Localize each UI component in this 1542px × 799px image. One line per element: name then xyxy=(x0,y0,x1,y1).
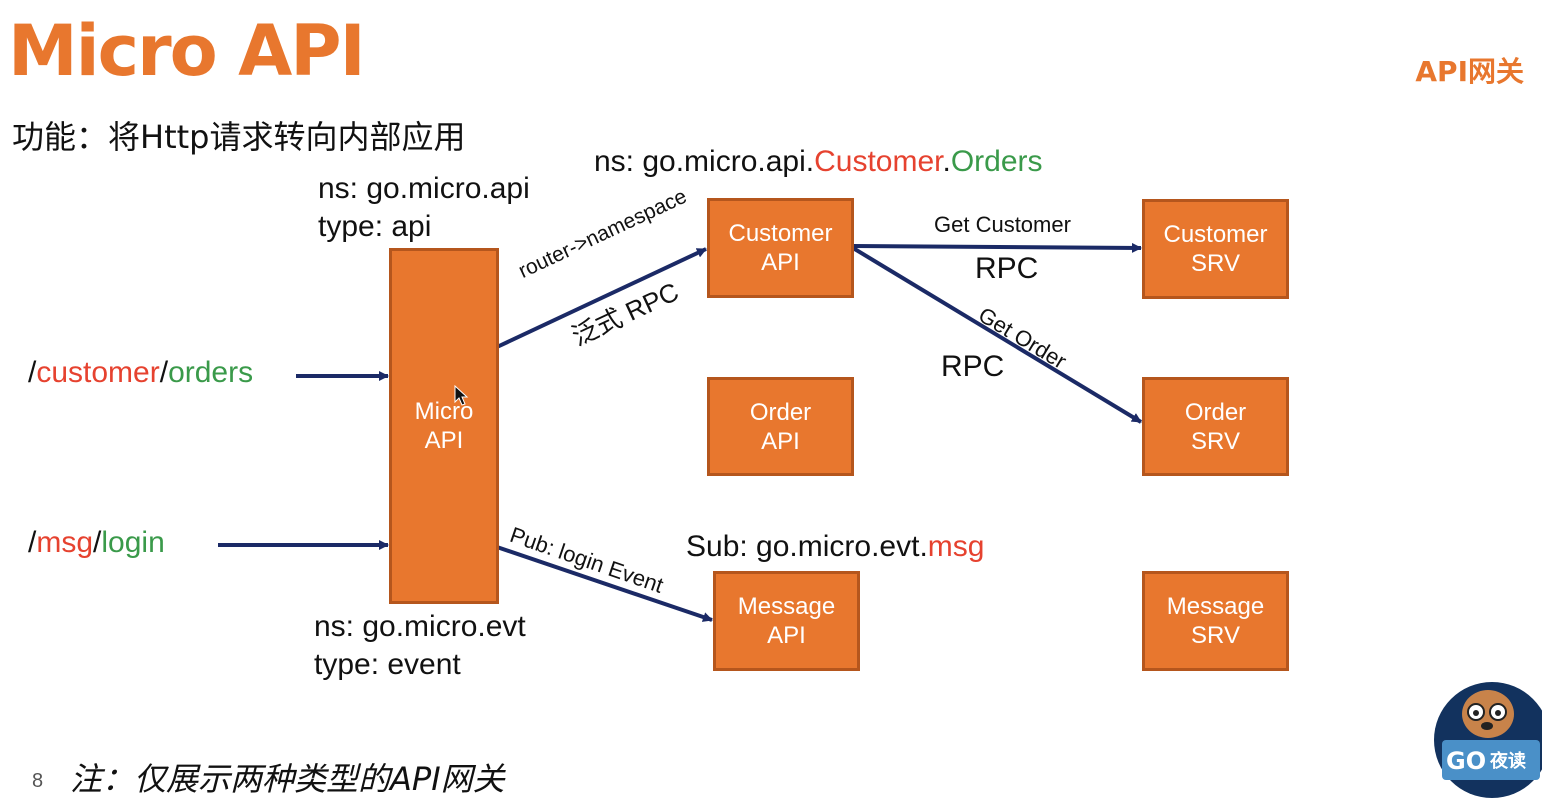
sub-prefix: Sub: go.micro.evt. xyxy=(686,530,928,563)
box-line: API xyxy=(761,249,800,276)
customer-namespace-label: ns: go.micro.api.Customer.Orders xyxy=(594,145,1043,179)
box-line: Message xyxy=(1166,593,1265,620)
footnote: 注：仅展示两种类型的API网关 xyxy=(70,760,505,798)
api-namespace-label: ns: go.micro.api type: api xyxy=(318,170,530,246)
page-number: 8 xyxy=(32,770,44,792)
customer-ns-prefix: ns: go.micro.api. xyxy=(594,145,815,178)
mouse-cursor-icon xyxy=(454,385,469,406)
api-type: type: api xyxy=(318,210,432,243)
route-slash: / xyxy=(159,356,169,389)
box-line: Customer xyxy=(728,220,833,247)
box-line: Order xyxy=(1184,398,1247,426)
route-msg-login: /msg/login xyxy=(28,526,165,560)
box-line: SRV xyxy=(1191,427,1240,455)
order-api-box: Order API xyxy=(707,377,854,476)
order-srv-box: Order SRV xyxy=(1142,377,1289,476)
message-api-box: Message API xyxy=(713,571,860,671)
customer-api-box: Customer API xyxy=(707,198,854,298)
box-line: SRV xyxy=(1191,622,1240,649)
box-line: API xyxy=(767,622,806,649)
edge-label-rpc-order: RPC xyxy=(941,350,1005,383)
sub-msg: msg xyxy=(927,530,985,563)
micro-api-box: Micro API xyxy=(389,248,499,604)
api-ns: ns: go.micro.api xyxy=(318,172,530,205)
edge-label-get-customer: Get Customer xyxy=(934,212,1071,237)
box-line: SRV xyxy=(1191,250,1240,277)
box-line: Customer xyxy=(1163,221,1268,248)
arrow-get-customer xyxy=(852,242,1142,253)
go-reading-logo-icon: GO 夜读 xyxy=(1434,682,1542,798)
customer-ns-orders: Orders xyxy=(950,145,1043,178)
slide: Micro API API网关 功能：将Http请求转向内部应用 /custom… xyxy=(0,0,1542,799)
logo-text-go: GO xyxy=(1446,747,1486,775)
customer-ns-customer: Customer xyxy=(814,145,943,178)
box-line: Message xyxy=(737,593,836,620)
logo-text-night: 夜读 xyxy=(1489,750,1526,772)
route-segment-msg: msg xyxy=(36,526,94,559)
box-line: API xyxy=(761,427,800,455)
edge-label-rpc-customer: RPC xyxy=(975,252,1039,285)
evt-namespace-label: ns: go.micro.evt type: event xyxy=(314,608,526,684)
evt-type: type: event xyxy=(314,648,461,681)
box-line: Order xyxy=(749,398,812,426)
route-segment-orders: orders xyxy=(168,356,254,389)
route-segment-customer: customer xyxy=(36,356,160,389)
route-customer-orders: /customer/orders xyxy=(28,356,253,390)
message-srv-box: Message SRV xyxy=(1142,571,1289,671)
evt-ns: ns: go.micro.evt xyxy=(314,610,526,643)
customer-srv-box: Customer SRV xyxy=(1142,199,1289,299)
route-segment-login: login xyxy=(101,526,165,559)
customer-ns-dot: . xyxy=(942,145,951,178)
sub-namespace-label: Sub: go.micro.evt.msg xyxy=(686,530,984,564)
box-line: API xyxy=(424,427,464,454)
